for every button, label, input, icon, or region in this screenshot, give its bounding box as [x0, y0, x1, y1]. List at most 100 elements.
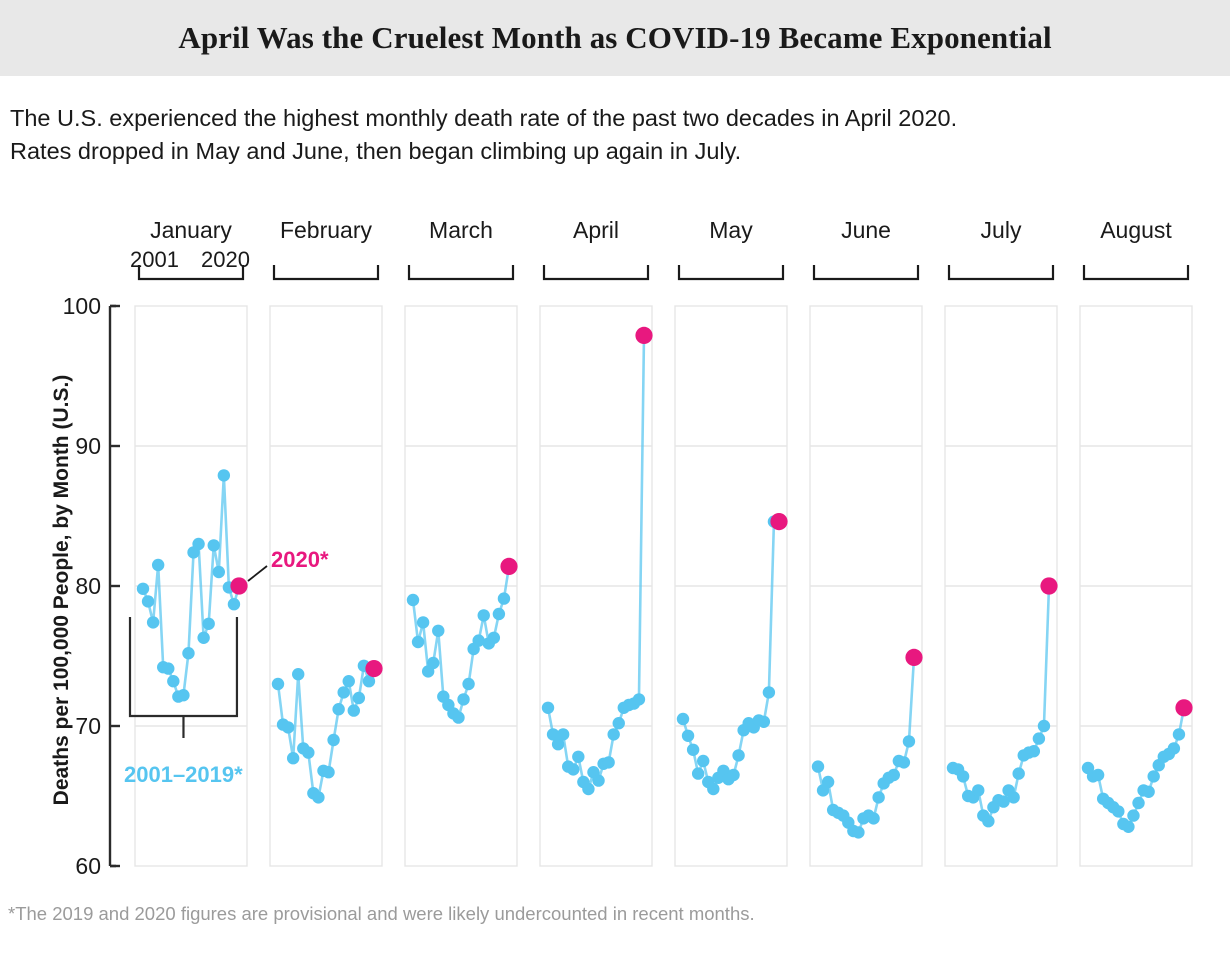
data-point-historical — [286, 752, 300, 765]
panel-frame — [809, 305, 923, 867]
y-axis-tick-label: 60 — [75, 853, 101, 879]
y-axis-title: Deaths per 100,000 People, by Month (U.S… — [50, 374, 73, 806]
data-point-historical — [577, 775, 590, 789]
data-point-historical — [337, 686, 350, 699]
panel-frame — [944, 305, 1058, 867]
data-point-historical — [946, 761, 960, 775]
data-point-historical — [592, 774, 605, 787]
y-axis-tick-label: 90 — [75, 433, 101, 459]
data-point-historical — [847, 824, 860, 838]
data-point-historical — [342, 675, 355, 688]
range-bracket — [128, 617, 239, 718]
data-point-historical — [632, 693, 646, 706]
data-point-historical — [307, 787, 320, 800]
data-point-historical — [1122, 820, 1135, 833]
data-point-historical — [627, 697, 641, 710]
data-point-historical — [1037, 719, 1051, 733]
range-label: 2001–2019* — [124, 762, 243, 787]
data-point-historical — [546, 728, 560, 741]
data-point-historical — [157, 661, 170, 674]
data-point-historical — [702, 775, 715, 789]
panel-title-june: June — [841, 217, 891, 243]
series-line — [276, 664, 376, 799]
data-point-historical — [617, 701, 630, 714]
series-line — [681, 520, 781, 791]
data-point-historical — [862, 809, 875, 822]
data-point-historical — [172, 690, 185, 703]
panel-frame — [134, 305, 248, 867]
data-point-historical — [762, 686, 776, 699]
callout-2020-label: 2020* — [271, 547, 329, 572]
deck-text: The U.S. experienced the highest monthly… — [0, 76, 1230, 168]
data-point-historical — [717, 764, 730, 777]
data-point-historical — [897, 756, 911, 769]
data-point-historical — [842, 816, 855, 829]
data-point-historical — [462, 677, 475, 691]
data-point-historical — [607, 728, 620, 741]
data-point-historical — [416, 616, 430, 629]
data-point-historical — [697, 754, 710, 768]
data-point-historical — [452, 711, 465, 724]
data-point-historical — [967, 791, 980, 804]
y-axis-tick-label: 80 — [75, 573, 101, 599]
data-point-historical — [1102, 796, 1115, 810]
data-point-historical — [567, 763, 580, 776]
page-title: April Was the Cruelest Month as COVID-19… — [178, 20, 1052, 55]
data-point-historical — [352, 691, 366, 705]
data-point-historical — [972, 784, 985, 797]
data-point-historical — [681, 729, 695, 742]
data-point-historical — [482, 637, 495, 650]
data-point-historical — [951, 763, 965, 776]
data-point-historical — [227, 598, 241, 611]
data-point-historical — [1112, 805, 1125, 818]
series-line — [411, 565, 511, 719]
data-point-2020 — [905, 648, 923, 667]
data-point-historical — [276, 718, 290, 731]
data-point-historical — [162, 662, 175, 675]
data-point-historical — [317, 764, 330, 777]
data-point-historical — [587, 766, 600, 779]
panel-title-january: January — [150, 217, 232, 243]
data-point-historical — [872, 791, 885, 804]
data-point-historical — [686, 743, 700, 756]
data-point-historical — [207, 539, 220, 552]
data-point-historical — [1147, 770, 1160, 783]
panel-bracket — [677, 265, 785, 281]
data-point-historical — [1027, 745, 1041, 758]
data-point-historical — [742, 717, 755, 730]
data-point-historical — [136, 582, 150, 595]
data-point-historical — [472, 634, 485, 647]
panel-title-february: February — [280, 217, 373, 243]
data-point-historical — [497, 592, 511, 605]
panel-bracket — [137, 265, 245, 281]
data-point-historical — [977, 809, 990, 822]
data-point-historical — [961, 789, 975, 803]
data-point-2020 — [365, 660, 383, 678]
data-point-historical — [167, 675, 180, 688]
data-point-historical — [447, 707, 460, 720]
data-point-historical — [1157, 750, 1170, 763]
data-point-2020 — [1175, 699, 1193, 717]
data-point-historical — [1162, 747, 1176, 761]
data-point-historical — [747, 721, 760, 734]
data-point-historical — [212, 565, 225, 579]
data-point-historical — [982, 815, 995, 828]
data-point-historical — [752, 714, 765, 727]
data-point-historical — [712, 771, 725, 784]
data-point-historical — [1152, 759, 1165, 772]
data-point-historical — [541, 701, 555, 714]
data-point-historical — [322, 766, 335, 779]
data-point-historical — [892, 754, 906, 768]
data-point-historical — [902, 735, 916, 748]
panel-bracket — [272, 265, 380, 281]
data-point-historical — [956, 770, 970, 783]
data-point-historical — [1142, 785, 1155, 798]
data-point-historical — [442, 698, 455, 712]
data-point-historical — [197, 631, 210, 644]
data-point-historical — [1167, 742, 1181, 755]
year-start-label: 2001 — [130, 247, 179, 272]
panel-frame — [269, 305, 383, 867]
data-point-historical — [1096, 792, 1110, 805]
y-axis-spine — [108, 304, 116, 868]
data-point-historical — [467, 642, 480, 656]
